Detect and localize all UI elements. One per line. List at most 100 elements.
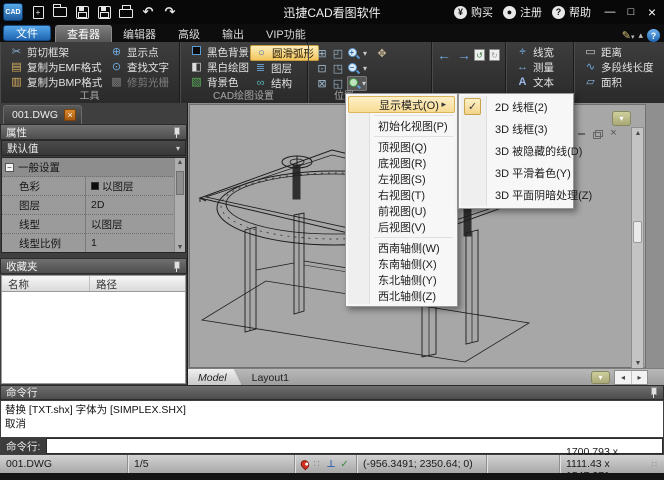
property-group-row[interactable]: − 一般设置: [2, 158, 185, 177]
undo-button[interactable]: ↶: [137, 2, 159, 22]
bw-draw-button[interactable]: ◧ 黑白绘图: [186, 60, 249, 75]
pin-icon[interactable]: [649, 387, 658, 398]
print-button[interactable]: [115, 2, 137, 22]
menu-item-bottom-view[interactable]: 底视图(R): [348, 155, 455, 171]
pan-hand-icon[interactable]: ✥: [375, 47, 389, 60]
show-points-button[interactable]: ⊕ 显示点: [106, 45, 173, 60]
copy-emf-button[interactable]: ▤ 复制为EMF格式: [6, 60, 104, 75]
open-file-button[interactable]: [49, 2, 71, 22]
back-arrow-icon[interactable]: ←: [434, 47, 454, 63]
property-row-layer[interactable]: 图层 2D: [2, 195, 185, 215]
register-button[interactable]: ● 注册: [503, 4, 542, 20]
tab-model[interactable]: Model: [188, 369, 242, 385]
page-undo-icon[interactable]: ↺: [474, 49, 485, 61]
resize-grip[interactable]: ∷: [652, 460, 658, 469]
file-menu-button[interactable]: 文件: [3, 25, 51, 41]
scrollbar-thumb[interactable]: [176, 171, 184, 195]
tab-scroll-right-icon[interactable]: ▸: [631, 370, 647, 384]
ribbon-help-button[interactable]: ?: [647, 29, 660, 42]
inner-minimize-icon[interactable]: [576, 129, 587, 139]
area-button[interactable]: ▱ 面积: [580, 75, 658, 90]
property-row-linetype[interactable]: 线型 以图层: [2, 214, 185, 234]
scroll-down-icon[interactable]: ▼: [175, 244, 185, 251]
tab-chevron-button[interactable]: ▾: [591, 370, 610, 384]
tab-output[interactable]: 输出: [211, 25, 255, 42]
black-bg-button[interactable]: 黑色背景: [186, 45, 249, 60]
collapse-minus-icon[interactable]: −: [5, 162, 14, 172]
snap-pin-icon[interactable]: [298, 458, 311, 470]
tab-viewer[interactable]: 查看器: [55, 25, 112, 42]
document-tab-close-icon[interactable]: ×: [64, 109, 77, 121]
new-file-button[interactable]: +: [27, 2, 49, 22]
tab-layout1[interactable]: Layout1: [242, 369, 303, 385]
inner-restore-icon[interactable]: [592, 129, 603, 139]
submenu-item-3d-hidden-lines[interactable]: 3D 被隐藏的线(D): [461, 140, 582, 162]
collapse-ribbon-button[interactable]: ▴: [638, 30, 643, 41]
close-button[interactable]: ×: [643, 4, 661, 20]
pin-icon[interactable]: [172, 260, 181, 272]
zoom-in-dropdown[interactable]: ▾: [363, 49, 367, 58]
pen-tool-button[interactable]: ✎▾: [622, 29, 635, 42]
maximize-button[interactable]: □: [622, 4, 640, 20]
ortho-toggle-icon[interactable]: ⊥: [326, 459, 337, 470]
pin-icon[interactable]: [172, 126, 181, 138]
scroll-up-icon[interactable]: ▲: [175, 159, 185, 166]
zoom-window-icon[interactable]: ◰: [331, 47, 345, 60]
scroll-up-icon[interactable]: ▲: [633, 130, 643, 137]
menu-item-ne-iso[interactable]: 东北轴侧(Y): [348, 272, 455, 288]
menu-item-back-view[interactable]: 后视图(V): [348, 219, 455, 235]
zoom-in-icon[interactable]: +: [347, 47, 360, 60]
menu-item-se-iso[interactable]: 东南轴侧(X): [348, 256, 455, 272]
find-text-button[interactable]: ⊙ 查找文字: [106, 60, 173, 75]
save-as-button[interactable]: [93, 2, 115, 22]
preset-dropdown[interactable]: 默认值 ▾: [1, 140, 186, 156]
property-grid-scrollbar[interactable]: ▲ ▼: [174, 158, 185, 252]
inner-close-icon[interactable]: ×: [608, 128, 619, 139]
tab-editor[interactable]: 编辑器: [112, 25, 167, 42]
grid-toggle-icon[interactable]: ∷: [312, 459, 323, 470]
forward-arrow-icon[interactable]: →: [454, 47, 474, 63]
cut-frame-button[interactable]: ✂ 剪切框架: [6, 45, 104, 60]
favorites-col-path[interactable]: 路径: [90, 276, 117, 291]
minimize-button[interactable]: —: [601, 4, 619, 20]
help-button[interactable]: ? 帮助: [552, 4, 591, 20]
submenu-item-3d-wireframe[interactable]: 3D 线框(3): [461, 118, 571, 140]
line-width-button[interactable]: ÷ 线宽: [512, 45, 558, 60]
menu-item-init-view[interactable]: 初始化视图(P): [348, 118, 455, 134]
favorites-col-name[interactable]: 名称: [2, 276, 90, 291]
paste-window-icon[interactable]: ⊡: [315, 62, 329, 75]
save-button[interactable]: [71, 2, 93, 22]
zoom-out-dropdown[interactable]: ▾: [363, 64, 367, 73]
zoom-out-icon[interactable]: −: [347, 62, 360, 75]
distance-button[interactable]: ▭ 距离: [580, 45, 658, 60]
submenu-item-3d-smooth-shading[interactable]: 3D 平滑着色(Y): [461, 162, 571, 184]
text-button[interactable]: A 文本: [512, 75, 558, 90]
scrollbar-thumb[interactable]: [633, 221, 642, 243]
tab-scroll-left-icon[interactable]: ◂: [615, 371, 631, 384]
menu-item-display-mode[interactable]: 显示模式(O) ▸: [348, 96, 455, 113]
redo-button[interactable]: ↷: [159, 2, 181, 22]
polyline-length-button[interactable]: ∿ 多段线长度: [580, 60, 658, 75]
submenu-item-3d-flat-shading[interactable]: 3D 平面阴暗处理(Z): [461, 184, 592, 206]
buy-button[interactable]: ¥ 购买: [454, 4, 493, 20]
property-row-color[interactable]: 色彩 以图层: [2, 176, 185, 196]
menu-item-left-view[interactable]: 左视图(S): [348, 171, 455, 187]
window-copy-icon[interactable]: ⊞: [315, 47, 329, 60]
tab-advanced[interactable]: 高级: [167, 25, 211, 42]
submenu-item-2d-wireframe[interactable]: ✓ 2D 线框(2): [461, 96, 571, 118]
zoom-extents-icon[interactable]: ◳: [331, 62, 345, 75]
menu-item-right-view[interactable]: 右视图(T): [348, 187, 455, 203]
property-row-ltscale[interactable]: 线型比例 1: [2, 233, 185, 252]
viewport-chevron-button[interactable]: ▾: [612, 111, 631, 126]
menu-item-top-view[interactable]: 顶视图(Q): [348, 139, 455, 155]
favorites-list[interactable]: [1, 292, 186, 384]
document-tab[interactable]: 001.DWG ×: [3, 105, 83, 124]
menu-item-sw-iso[interactable]: 西南轴侧(W): [348, 240, 455, 256]
scroll-down-icon[interactable]: ▼: [633, 360, 643, 367]
tab-vip[interactable]: VIP功能: [255, 25, 317, 42]
menu-item-front-view[interactable]: 前视图(U): [348, 203, 455, 219]
measure-button[interactable]: ↔ 测量: [512, 60, 558, 75]
vertical-scrollbar[interactable]: ▲ ▼: [631, 127, 644, 370]
menu-item-nw-iso[interactable]: 西北轴侧(Z): [348, 288, 455, 304]
draft-check-icon[interactable]: ✓: [339, 459, 350, 470]
